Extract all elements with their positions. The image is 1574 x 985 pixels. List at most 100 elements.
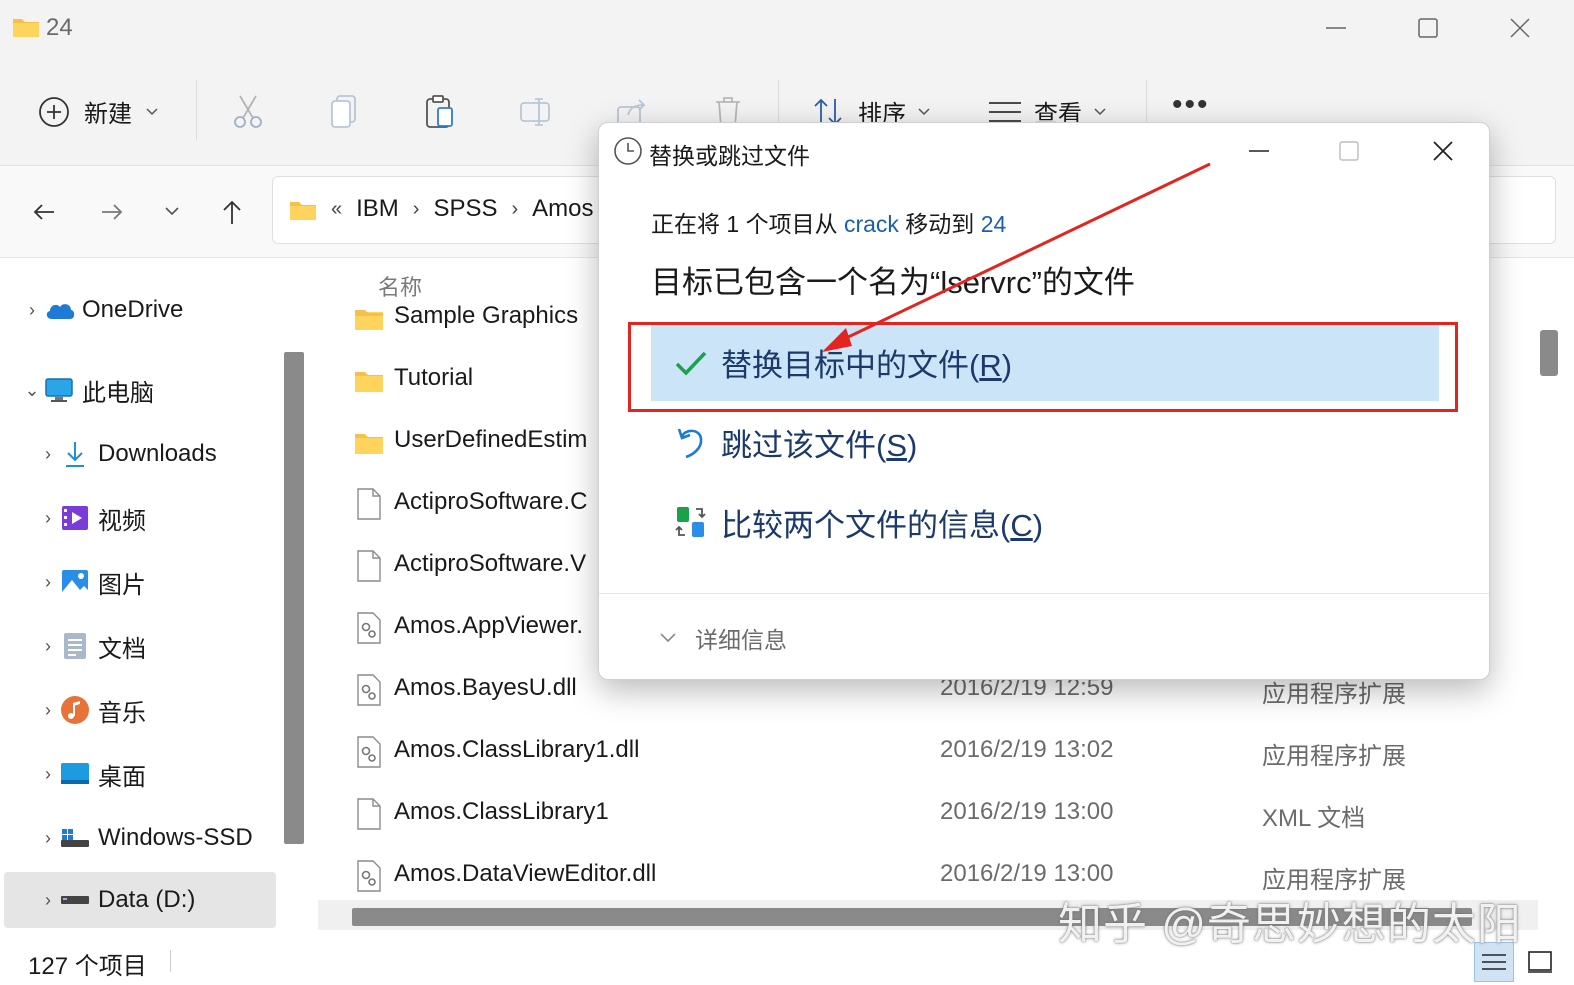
breadcrumb-item[interactable]: Amos <box>532 195 593 223</box>
chevron-right-icon[interactable]: › <box>36 572 60 593</box>
nav-item-data-d[interactable]: › Data (D:) <box>4 872 276 928</box>
desktop-icon <box>60 760 90 788</box>
destination-folder-link[interactable]: 24 <box>981 211 1007 237</box>
new-button[interactable]: 新建 <box>38 94 158 129</box>
documents-icon <box>60 632 90 660</box>
up-button[interactable] <box>212 192 252 232</box>
download-icon <box>60 440 90 468</box>
list-view-icon <box>989 101 1021 122</box>
vertical-scrollbar[interactable] <box>1540 330 1558 376</box>
breadcrumb-item[interactable]: IBM <box>356 195 399 223</box>
new-label: 新建 <box>84 101 132 128</box>
chevron-right-icon[interactable]: › <box>36 636 60 657</box>
file-icon <box>357 550 381 582</box>
chevron-right-icon[interactable]: › <box>36 890 60 911</box>
file-icon <box>357 488 381 520</box>
nav-item-onedrive[interactable]: › OneDrive <box>20 282 296 338</box>
chevron-right-icon[interactable]: › <box>36 828 60 849</box>
compare-option[interactable]: 比较两个文件的信息(C) <box>651 483 1439 561</box>
dialog-title-bar: 替换或跳过文件 <box>599 123 1489 179</box>
close-button[interactable] <box>1490 10 1550 46</box>
dialog-minimize-button[interactable] <box>1237 133 1281 169</box>
minimize-button[interactable] <box>1306 10 1366 46</box>
nav-item-windows-ssd[interactable]: › Windows-SSD <box>36 810 312 866</box>
folder-icon <box>355 310 383 330</box>
nav-item-music[interactable]: › 音乐 <box>36 682 312 738</box>
arrow-right-icon <box>102 204 123 220</box>
nav-item-downloads[interactable]: › Downloads <box>36 426 312 482</box>
nav-item-documents[interactable]: › 文档 <box>36 618 312 674</box>
compare-files-icon <box>669 502 713 542</box>
file-name: Amos.ClassLibrary1 <box>394 798 609 825</box>
maximize-icon <box>1418 18 1438 38</box>
nav-item-label: 桌面 <box>98 763 146 791</box>
back-button[interactable] <box>24 192 64 232</box>
chevron-right-icon[interactable]: › <box>36 444 60 465</box>
chevron-right-icon: › <box>412 197 420 220</box>
nav-item-label: 图片 <box>98 571 146 599</box>
file-row[interactable]: Amos.ClassLibrary1 2016/2/19 13:00 XML 文… <box>354 788 1504 840</box>
source-folder-link[interactable]: crack <box>844 211 899 237</box>
rename-button[interactable] <box>516 92 556 132</box>
chevron-down-icon <box>1094 107 1106 115</box>
folder-icon <box>355 372 383 392</box>
file-row[interactable]: Amos.ClassLibrary1.dll 2016/2/19 13:02 应… <box>354 726 1504 778</box>
skip-label: 跳过该文件(S) <box>721 427 918 463</box>
undo-icon <box>669 422 713 462</box>
nav-item-desktop[interactable]: › 桌面 <box>36 746 312 802</box>
item-count: 127 个项目 <box>28 953 147 980</box>
file-name: Amos.DataViewEditor.dll <box>394 860 657 887</box>
tiles-view-icon <box>1528 951 1552 973</box>
dialog-close-button[interactable] <box>1421 133 1465 169</box>
breadcrumb-item[interactable]: SPSS <box>433 195 497 223</box>
breadcrumb: « IBM › SPSS › Amos <box>331 195 594 223</box>
nav-item-label: 视频 <box>98 507 146 535</box>
file-type: 应用程序扩展 <box>1262 743 1406 770</box>
onedrive-icon <box>44 296 74 324</box>
tiles-view-button[interactable] <box>1520 942 1560 982</box>
details-view-icon <box>1482 954 1506 970</box>
file-name: ActiproSoftware.C <box>394 488 588 515</box>
dll-file-icon <box>357 612 381 644</box>
chevron-right-icon[interactable]: › <box>20 300 44 321</box>
dll-file-icon <box>357 736 381 768</box>
file-name: ActiproSoftware.V <box>394 550 587 577</box>
nav-item-videos[interactable]: › 视频 <box>36 490 312 546</box>
move-prefix: 正在将 1 个项目从 <box>651 211 844 237</box>
watermark: 知乎 @奇思妙想的太阳 <box>1058 900 1522 949</box>
nav-item-pictures[interactable]: › 图片 <box>36 554 312 610</box>
maximize-button[interactable] <box>1398 10 1458 46</box>
file-date: 2016/2/19 13:02 <box>940 736 1114 763</box>
chevron-right-icon[interactable]: › <box>36 508 60 529</box>
nav-item-label: Downloads <box>98 440 217 467</box>
annotation-highlight-box <box>628 322 1458 412</box>
chevron-down-icon[interactable]: ⌄ <box>20 380 44 401</box>
file-icon <box>357 798 381 830</box>
chevron-right-icon[interactable]: › <box>36 700 60 721</box>
dialog-title: 替换或跳过文件 <box>649 143 810 169</box>
forward-button[interactable] <box>92 192 132 232</box>
dll-file-icon <box>357 674 381 706</box>
more-options-button[interactable]: ••• <box>1172 88 1210 122</box>
window-title: 24 <box>46 14 73 41</box>
chevron-down-icon <box>146 107 158 115</box>
dialog-divider <box>599 593 1489 594</box>
arrow-left-icon <box>33 204 54 220</box>
nav-item-this-pc[interactable]: ⌄ 此电脑 <box>20 362 296 418</box>
copy-button[interactable] <box>324 92 364 132</box>
chevron-right-icon[interactable]: › <box>36 764 60 785</box>
navigation-scrollbar[interactable] <box>284 352 304 844</box>
navigation-pane: › OneDrive ⌄ 此电脑 › Downloads › 视频 › 图片 ›… <box>0 258 310 936</box>
dialog-maximize-button <box>1327 133 1371 169</box>
folder-icon <box>355 434 383 454</box>
skip-option[interactable]: 跳过该文件(S) <box>651 403 1439 481</box>
recent-locations-button[interactable] <box>152 192 192 232</box>
nav-item-label: 音乐 <box>98 699 146 727</box>
overflow-crumb[interactable]: « <box>331 198 342 221</box>
details-toggle[interactable]: 详细信息 <box>659 621 787 655</box>
cut-button[interactable] <box>228 92 268 132</box>
file-name: Amos.ClassLibrary1.dll <box>394 736 640 763</box>
compare-label: 比较两个文件的信息(C) <box>721 507 1044 543</box>
paste-button[interactable] <box>420 92 460 132</box>
nav-item-label: OneDrive <box>82 296 184 323</box>
